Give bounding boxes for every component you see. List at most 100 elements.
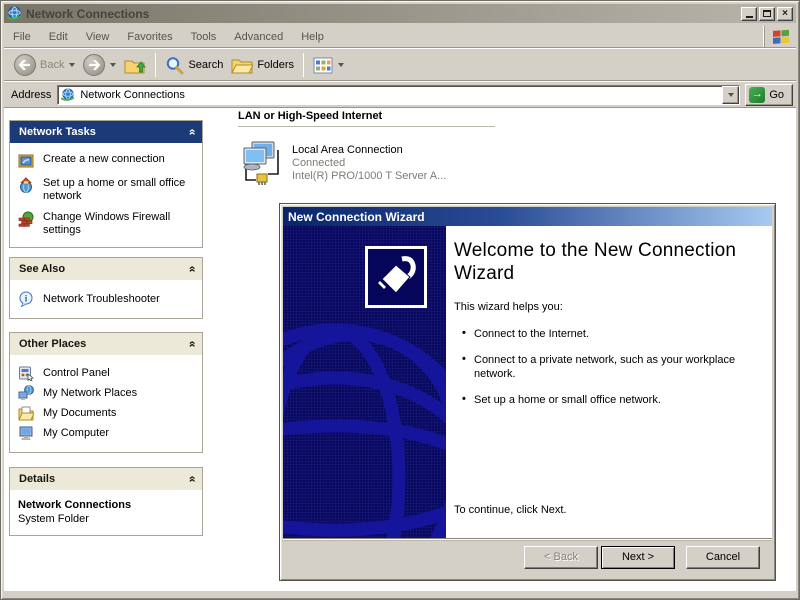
wizard-side-panel xyxy=(283,226,446,540)
folders-label: Folders xyxy=(257,59,294,71)
group-header-lan: LAN or High-Speed Internet xyxy=(238,110,495,127)
menubar: File Edit View Favorites Tools Advanced … xyxy=(4,26,796,47)
up-folder-icon xyxy=(124,55,146,75)
back-label: Back xyxy=(40,59,64,71)
back-button[interactable]: Back xyxy=(10,52,79,78)
sidebar-item-create-connection[interactable]: Create a new connection xyxy=(18,153,196,169)
wizard-bullet: Connect to a private network, such as yo… xyxy=(454,353,754,381)
network-globe-icon xyxy=(7,6,22,21)
sidebar-item-control-panel[interactable]: Control Panel xyxy=(18,363,196,383)
collapse-chevron-icon[interactable]: » xyxy=(187,129,197,136)
network-connections-window: Network Connections × File Edit View Fav… xyxy=(0,0,800,600)
folders-button[interactable]: Folders xyxy=(227,55,298,76)
details-panel: Details » Network Connections System Fol… xyxy=(9,467,203,536)
panel-title: Other Places xyxy=(19,338,86,350)
my-documents-icon xyxy=(18,405,34,421)
minimize-icon xyxy=(746,16,753,18)
views-dropdown-icon[interactable] xyxy=(338,63,344,67)
place-label: My Network Places xyxy=(43,387,137,399)
search-button[interactable]: Search xyxy=(161,54,227,77)
firewall-icon xyxy=(18,211,34,227)
next-button[interactable]: Next > xyxy=(601,546,675,569)
wizard-intro: This wizard helps you: xyxy=(454,301,754,313)
back-button-wizard[interactable]: < Back xyxy=(524,546,598,569)
place-label: My Documents xyxy=(43,407,116,419)
menu-view[interactable]: View xyxy=(77,29,119,45)
address-combo[interactable]: Network Connections xyxy=(57,85,740,105)
wizard-heading: Welcome to the New Connection Wizard xyxy=(454,239,754,285)
connection-status: Connected xyxy=(292,157,446,170)
panel-title: Network Tasks xyxy=(19,126,96,138)
forward-dropdown-icon[interactable] xyxy=(110,63,116,67)
search-label: Search xyxy=(188,59,223,71)
sidebar-item-network-troubleshooter[interactable]: i Network Troubleshooter xyxy=(18,289,196,309)
sidebar-item-my-computer[interactable]: My Computer xyxy=(18,423,196,443)
menu-edit[interactable]: Edit xyxy=(40,29,77,45)
minimize-button[interactable] xyxy=(741,7,757,21)
collapse-chevron-icon[interactable]: » xyxy=(187,341,197,348)
wizard-button-row: < Back Next > Cancel xyxy=(283,538,772,577)
sidebar-item-firewall-settings[interactable]: Change Windows Firewall settings xyxy=(18,211,196,237)
back-dropdown-icon[interactable] xyxy=(69,63,75,67)
sidebar-item-my-network-places[interactable]: My Network Places xyxy=(18,383,196,403)
my-network-places-icon xyxy=(18,385,34,401)
network-tasks-header[interactable]: Network Tasks » xyxy=(10,121,202,143)
forward-button[interactable] xyxy=(79,52,120,78)
sidebar-item-my-documents[interactable]: My Documents xyxy=(18,403,196,423)
see-also-panel: See Also » i Network Troubleshooter xyxy=(9,257,203,319)
connection-item-local-area[interactable]: Local Area Connection Connected Intel(R)… xyxy=(238,140,446,188)
up-button[interactable] xyxy=(120,53,150,77)
maximize-icon xyxy=(763,10,771,17)
new-connection-wizard-dialog: New Connection Wizard xyxy=(279,203,776,581)
go-arrow-icon: → xyxy=(749,87,765,103)
wizard-bullet: Connect to the Internet. xyxy=(454,327,754,341)
lan-connection-icon xyxy=(238,140,286,188)
windows-logo xyxy=(764,26,796,47)
views-button[interactable] xyxy=(309,55,348,76)
menu-tools[interactable]: Tools xyxy=(182,29,226,45)
wizard-titlebar[interactable]: New Connection Wizard xyxy=(283,207,772,226)
menu-help[interactable]: Help xyxy=(292,29,333,45)
my-computer-icon xyxy=(18,425,34,441)
titlebar[interactable]: Network Connections × xyxy=(4,4,796,23)
collapse-chevron-icon[interactable]: » xyxy=(187,266,197,273)
place-label: Control Panel xyxy=(43,367,110,379)
wizard-title: New Connection Wizard xyxy=(288,210,425,224)
connection-name: Local Area Connection xyxy=(292,144,446,157)
windows-flag-icon xyxy=(772,29,790,45)
address-label: Address xyxy=(11,89,51,101)
details-item-name: Network Connections xyxy=(18,499,196,511)
menu-file[interactable]: File xyxy=(4,29,40,45)
other-places-header[interactable]: Other Places » xyxy=(10,333,202,355)
toolbar: Back Search xyxy=(4,48,796,81)
rj45-plug-icon xyxy=(372,253,420,301)
info-icon: i xyxy=(18,291,34,307)
menu-favorites[interactable]: Favorites xyxy=(118,29,181,45)
folders-icon xyxy=(231,57,253,74)
chevron-down-icon xyxy=(728,93,734,97)
task-label: Change Windows Firewall settings xyxy=(43,211,191,237)
toolbar-separator xyxy=(155,53,156,77)
wizard-main-area: Welcome to the New Connection Wizard Thi… xyxy=(446,226,772,540)
wizard-content: Welcome to the New Connection Wizard Thi… xyxy=(283,226,772,541)
cancel-button[interactable]: Cancel xyxy=(686,546,760,569)
close-icon: × xyxy=(782,9,788,19)
panel-title: See Also xyxy=(19,263,65,275)
see-also-label: Network Troubleshooter xyxy=(43,293,160,305)
go-button[interactable]: → Go xyxy=(745,84,793,106)
address-dropdown-button[interactable] xyxy=(722,86,739,104)
panel-title: Details xyxy=(19,473,55,485)
views-icon xyxy=(313,57,333,74)
see-also-header[interactable]: See Also » xyxy=(10,258,202,280)
forward-icon xyxy=(83,54,105,76)
details-header[interactable]: Details » xyxy=(10,468,202,490)
home-network-icon xyxy=(18,177,34,193)
window-title: Network Connections xyxy=(26,7,741,21)
close-button[interactable]: × xyxy=(777,7,793,21)
task-label: Set up a home or small office network xyxy=(43,177,191,203)
menu-advanced[interactable]: Advanced xyxy=(225,29,292,45)
collapse-chevron-icon[interactable]: » xyxy=(187,476,197,483)
network-globe-icon xyxy=(61,88,75,102)
sidebar-item-home-network[interactable]: Set up a home or small office network xyxy=(18,177,196,203)
maximize-button[interactable] xyxy=(759,7,775,21)
